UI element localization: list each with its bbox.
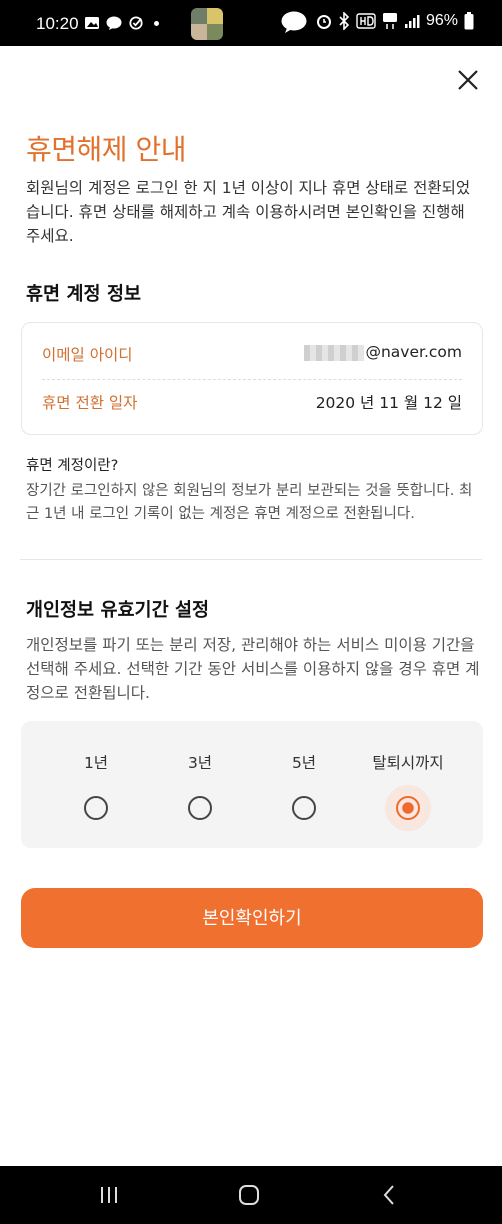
dormant-date-row: 휴면 전환 일자 2020 년 11 월 12 일 — [42, 391, 462, 415]
avatar — [191, 8, 223, 40]
divider — [42, 379, 462, 380]
hd-voice-icon — [356, 13, 376, 29]
battery-level: 96% — [425, 12, 458, 29]
dormant-release-dialog: 휴면해제 안내 회원님의 계정은 로그인 한 지 1년 이상이 지나 휴면 상태… — [0, 46, 502, 1166]
gallery-icon — [85, 17, 99, 29]
email-value: @naver.com — [304, 343, 462, 361]
bluetooth-icon — [339, 12, 350, 30]
email-row: 이메일 아이디 @naver.com — [42, 343, 462, 367]
battery-icon — [464, 12, 474, 30]
home-icon[interactable] — [234, 1182, 264, 1208]
section-divider — [20, 559, 482, 560]
radio-unchecked[interactable] — [84, 796, 108, 820]
email-domain: @naver.com — [365, 343, 462, 361]
period-option-label: 5년 — [291, 754, 317, 772]
back-icon[interactable] — [374, 1182, 404, 1208]
account-info-heading: 휴면 계정 정보 — [26, 284, 142, 305]
period-heading: 개인정보 유효기간 설정 — [26, 600, 210, 621]
status-time: 10:20 — [36, 14, 79, 33]
signal-icon — [404, 15, 420, 28]
dormant-date-label: 휴면 전환 일자 — [42, 394, 138, 412]
period-option-3y[interactable]: 3년 — [145, 721, 255, 848]
kakaotalk-icon — [281, 11, 307, 33]
period-option-label: 3년 — [187, 754, 213, 772]
close-icon[interactable] — [456, 68, 480, 92]
period-options: 1년 3년 5년 탈퇴시까지 — [21, 721, 483, 848]
radio-checked[interactable] — [385, 785, 431, 831]
dormant-question: 휴면 계정이란? — [26, 458, 119, 474]
alarm-icon — [316, 15, 331, 29]
status-notification-icons — [84, 16, 159, 30]
period-description: 개인정보를 파기 또는 분리 저장, 관리해야 하는 서비스 미이용 기간을 선… — [26, 636, 480, 702]
radio-unchecked[interactable] — [292, 796, 316, 820]
status-system-icons: 96% — [316, 12, 474, 30]
masked-email-id — [304, 344, 365, 361]
talk-notification-icon — [106, 16, 122, 30]
network-5g-icon — [382, 13, 397, 29]
check-circle-icon — [129, 16, 143, 30]
navigation-bar — [0, 1166, 502, 1224]
dormant-description: 장기간 로그인하지 않은 회원님의 정보가 분리 보관되는 것을 뜻합니다. 최… — [26, 483, 473, 522]
status-bar: 10:20 96% — [0, 0, 502, 46]
recent-apps-icon[interactable] — [94, 1182, 124, 1208]
period-option-label: 탈퇴시까지 — [372, 754, 444, 772]
page-title: 휴면해제 안내 — [26, 133, 186, 166]
dormant-date-value: 2020 년 11 월 12 일 — [315, 394, 462, 412]
radio-unchecked[interactable] — [188, 796, 212, 820]
more-notifications-dot — [154, 20, 159, 26]
account-info-card: 이메일 아이디 @naver.com 휴면 전환 일자 2020 년 11 월 … — [21, 322, 483, 435]
email-label: 이메일 아이디 — [42, 346, 133, 364]
period-option-5y[interactable]: 5년 — [249, 721, 359, 848]
verify-identity-button[interactable]: 본인확인하기 — [21, 888, 483, 948]
period-option-until-withdrawal[interactable]: 탈퇴시까지 — [353, 721, 463, 848]
intro-text: 회원님의 계정은 로그인 한 지 1년 이상이 지나 휴면 상태로 전환되었습니… — [26, 179, 471, 245]
period-option-label: 1년 — [83, 754, 109, 772]
period-option-1y[interactable]: 1년 — [41, 721, 151, 848]
